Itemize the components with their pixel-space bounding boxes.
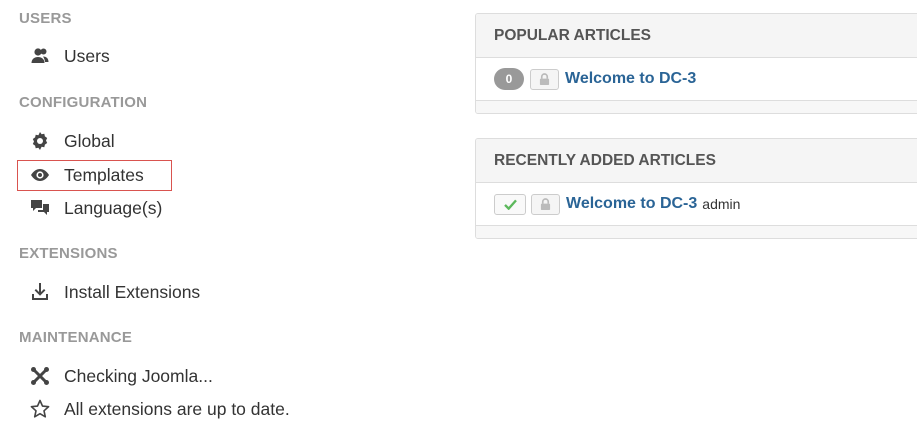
sidebar-item-global[interactable]: Global [29,128,115,154]
users-icon [29,45,51,67]
templates-highlight [17,160,172,191]
popular-articles-panel: POPULAR ARTICLES 0 Welcome to DC-3 [475,13,917,114]
extensions-heading: EXTENSIONS [19,245,118,262]
panel-footer [476,226,917,238]
sidebar-item-languages[interactable]: Language(s) [29,195,162,221]
recent-articles-panel: RECENTLY ADDED ARTICLES Welcome to DC-3 … [475,138,917,239]
article-link[interactable]: Welcome to DC-3 [566,195,697,213]
comments-icon [29,197,51,219]
sidebar-item-label: Install Extensions [64,281,201,302]
list-item: 0 Welcome to DC-3 [476,58,917,101]
star-icon [29,398,51,420]
lock-icon [530,68,559,90]
sidebar-item-label: Checking Joomla... [64,365,213,386]
configuration-heading: CONFIGURATION [19,94,148,111]
article-link[interactable]: Welcome to DC-3 [565,70,696,88]
article-author: admin [702,196,741,212]
download-icon [29,281,51,303]
published-check-icon[interactable] [494,193,526,215]
users-heading: USERS [19,10,72,27]
hits-badge: 0 [494,68,524,90]
joomla-icon [29,365,51,387]
sidebar-item-users[interactable]: Users [29,43,110,69]
panel-title: RECENTLY ADDED ARTICLES [476,139,917,183]
gear-icon [29,130,51,152]
panel-footer [476,101,917,113]
sidebar-item-install-extensions[interactable]: Install Extensions [29,279,200,305]
sidebar-item-label: Global [64,130,115,151]
maintenance-heading: MAINTENANCE [19,329,133,346]
list-item: Welcome to DC-3 admin [476,183,917,226]
sidebar-item-label: Users [64,45,110,66]
sidebar-item-joomla-check[interactable]: Checking Joomla... [29,363,213,389]
sidebar-item-label: All extensions are up to date. [64,398,290,419]
lock-icon [531,193,560,215]
sidebar-item-label: Language(s) [64,197,163,218]
panel-title: POPULAR ARTICLES [476,14,917,58]
sidebar-item-extension-updates[interactable]: All extensions are up to date. [29,396,290,422]
